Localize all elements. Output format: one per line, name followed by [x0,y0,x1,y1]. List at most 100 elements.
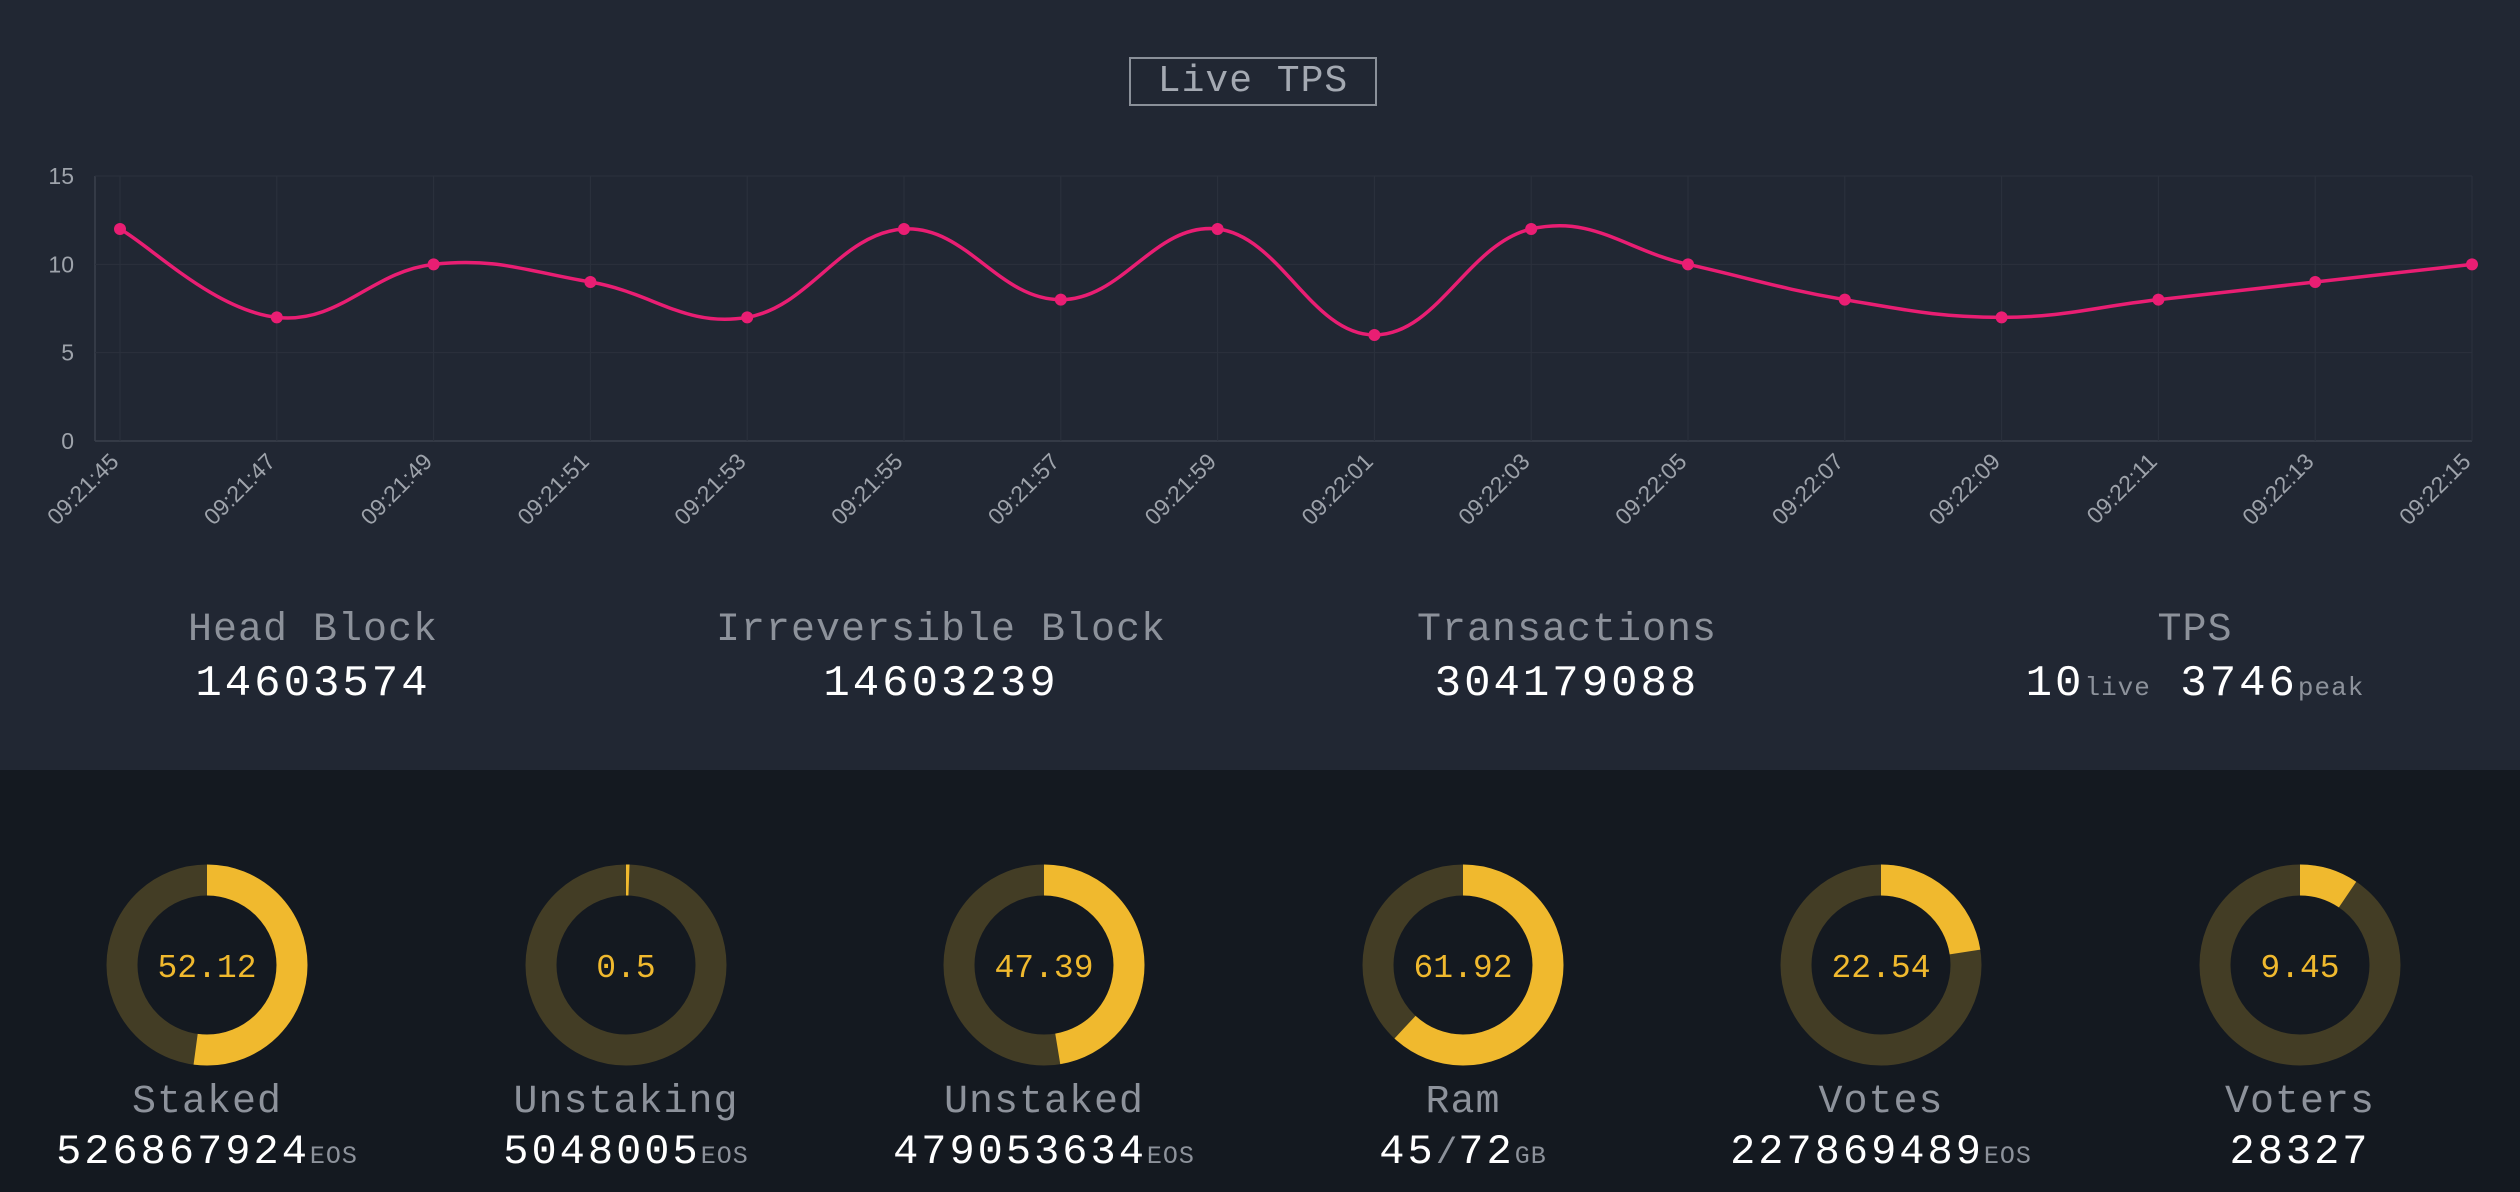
ram-total-value: 72 [1458,1128,1515,1176]
voters-value-line: 28327 [2100,1126,2500,1178]
tps-peak-value: 3746 [2180,659,2298,709]
tps-data-point [2466,258,2478,271]
staked-value: 526867924 [56,1128,310,1176]
staked-unit: EOS [309,1142,358,1171]
x-tick-label: 09:22:09 [1923,448,2005,530]
staked-label: Staked [131,1080,283,1125]
voters-donut: 9.45 [2199,864,2401,1066]
irreversible-block-value: 14603239 [823,659,1059,709]
staked-donut: 52.12 [106,864,308,1066]
unstaked-percent: 47.39 [994,950,1093,987]
unstaking-donut: 0.5 [525,864,727,1066]
transactions-label: Transactions [1416,608,1718,653]
y-tick-label: 10 [48,251,74,277]
tps-panel: Live TPS 0 5 10 15 09:21:45 09:21:47 09:21:49… [0,0,2520,770]
tps-data-point [1368,329,1381,341]
irreversible-block-label: Irreversible Block [715,608,1167,653]
tps-data-point [1525,223,1538,235]
x-tick-label: 09:21:55 [826,448,908,530]
tps-data-point [114,223,126,235]
votes-percent: 22.54 [1831,950,1930,987]
tps-data-point [2152,293,2165,306]
tps-data-point [2309,276,2322,288]
gauge-unstaking: 0.5 Unstaking 5048005EOS [426,862,826,1183]
tps-peak-unit: peak [2297,673,2365,703]
x-tick-label: 09:21:51 [512,448,594,530]
voters-percent: 9.45 [2260,950,2339,987]
tps-data-point [584,276,597,288]
unstaking-value-line: 5048005EOS [426,1126,826,1183]
ram-separator: / [1435,1133,1459,1174]
tps-live-unit: live [2084,673,2151,703]
ram-unit: GB [1514,1142,1547,1171]
unstaked-value-line: 479053634EOS [844,1126,1244,1183]
gauge-unstaked: 47.39 Unstaked 479053634EOS [844,862,1244,1183]
votes-label: Votes [1818,1080,1944,1125]
tps-series-line [119,224,2473,337]
unstaked-donut: 47.39 [943,864,1145,1066]
unstaking-percent: 0.5 [596,950,655,987]
gauge-ram: 61.92 Ram 45/72GB [1263,862,1663,1183]
tps-data-point [741,311,754,324]
x-tick-label: 09:21:57 [983,448,1065,530]
x-tick-label: 09:22:01 [1296,448,1378,530]
head-block-value: 14603574 [195,659,431,709]
stat-head-block: Head Block 14603574 [13,606,613,712]
x-tick-label: 09:22:03 [1453,448,1535,530]
x-tick-label: 09:21:47 [199,448,281,530]
x-tick-label: 09:22:05 [1610,448,1692,530]
x-tick-label: 09:22:15 [2394,448,2476,530]
unstaked-value: 479053634 [893,1128,1147,1176]
unstaking-value: 5048005 [503,1128,701,1176]
tps-data-point [1838,293,1851,306]
tps-label: TPS [2157,608,2233,653]
chart-title: Live TPS [1129,57,1377,106]
voters-label: Voters [2224,1080,2376,1125]
y-tick-label: 15 [48,163,74,189]
unstaking-label: Unstaking [513,1080,739,1125]
x-tick-label: 09:21:49 [355,448,437,530]
unstaked-label: Unstaked [943,1080,1145,1125]
tps-data-point [898,223,910,235]
x-axis-ticks: 09:21:45 09:21:47 09:21:49 09:21:51 09:21:53… [42,448,2476,530]
tps-value: 10live 3746peak [1895,656,2495,716]
x-tick-label: 09:22:11 [2081,448,2161,528]
x-tick-label: 09:22:07 [1767,448,1849,530]
votes-value: 227869489 [1730,1128,1984,1176]
y-axis-ticks: 0 5 10 15 [48,163,74,454]
tps-data-point [1211,223,1224,235]
votes-value-line: 227869489EOS [1681,1126,2081,1183]
stat-transactions: Transactions 304179088 [1267,606,1867,712]
stat-tps: TPS 10live 3746peak [1895,606,2495,716]
stat-irreversible-block: Irreversible Block 14603239 [641,606,1241,712]
tps-data-point [427,258,440,271]
ram-donut: 61.92 [1362,864,1564,1066]
votes-donut: 22.54 [1780,864,1982,1066]
head-block-label: Head Block [187,608,439,653]
tps-series-points [114,223,2478,341]
gauge-votes: 22.54 Votes 227869489EOS [1681,862,2081,1183]
staked-percent: 52.12 [157,950,256,987]
unstaking-unit: EOS [700,1142,749,1171]
staked-value-line: 526867924EOS [7,1126,407,1183]
x-tick-label: 09:21:53 [669,448,751,530]
x-tick-label: 09:22:13 [2237,448,2319,530]
ram-label: Ram [1425,1080,1501,1125]
tps-live-value: 10 [2025,659,2085,709]
tps-data-point [1054,293,1067,306]
tps-data-point [1995,311,2008,324]
y-tick-label: 5 [61,340,74,366]
live-tps-chart: 051015 09:21:45 09:21:47 09:21:49 09:21:51 0… [42,163,2478,530]
gauge-voters: 9.45 Voters 28327 [2100,862,2500,1178]
ram-percent: 61.92 [1413,950,1512,987]
unstaked-unit: EOS [1146,1142,1195,1171]
tps-data-point [270,311,283,324]
y-tick-label: 0 [61,428,74,454]
voters-value: 28327 [2229,1128,2371,1176]
ram-value-line: 45/72GB [1263,1126,1663,1183]
ram-used-value: 45 [1379,1128,1436,1176]
x-tick-label: 09:21:45 [42,448,124,530]
votes-unit: EOS [1983,1142,2032,1171]
chart-grid [94,175,2473,442]
gauge-staked: 52.12 Staked 526867924EOS [7,862,407,1183]
